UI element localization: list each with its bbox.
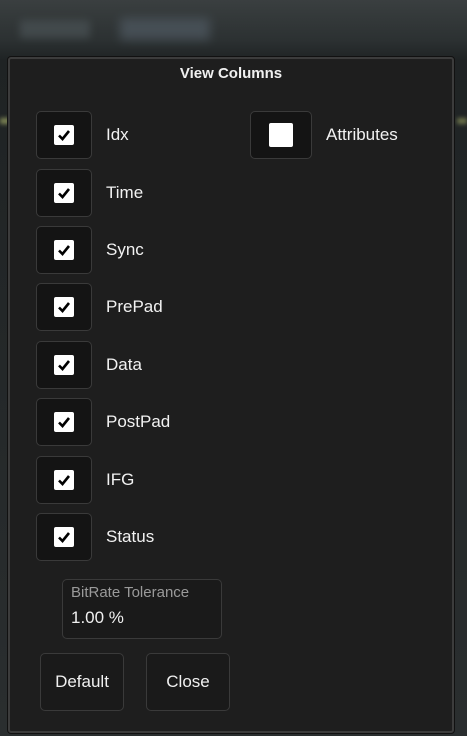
column-label: PostPad <box>106 412 171 431</box>
checkmark-icon <box>58 417 71 428</box>
column-option-data[interactable]: Data <box>36 341 142 389</box>
dialog-title: View Columns <box>179 65 283 82</box>
column-label: Status <box>106 527 155 546</box>
checkmark-icon <box>58 245 71 256</box>
checkmark-icon <box>58 360 71 371</box>
bitrate-tolerance-field[interactable]: BitRate Tolerance 1.00 % <box>62 579 222 639</box>
checkbox[interactable] <box>36 111 92 159</box>
column-label: Idx <box>106 125 129 144</box>
checkmark-icon <box>58 475 71 486</box>
close-button[interactable]: Close <box>146 653 230 711</box>
column-label: Data <box>106 355 142 374</box>
view-columns-dialog: View Columns Idx Time Sync PrePad Data P… <box>8 57 454 733</box>
column-option-ifg[interactable]: IFG <box>36 456 134 504</box>
checkbox[interactable] <box>36 456 92 504</box>
checkmark-icon <box>58 302 71 313</box>
column-option-time[interactable]: Time <box>36 169 143 217</box>
default-button[interactable]: Default <box>40 653 124 711</box>
bitrate-tolerance-value[interactable]: 1.00 % <box>71 608 124 628</box>
column-label: Time <box>106 183 144 202</box>
column-option-idx[interactable]: Idx <box>36 111 129 159</box>
bitrate-tolerance-label: BitRate Tolerance <box>71 584 190 601</box>
checkbox[interactable] <box>36 226 92 274</box>
column-label: Attributes <box>326 125 398 144</box>
empty-checkbox-icon <box>269 123 293 147</box>
column-option-sync[interactable]: Sync <box>36 226 144 274</box>
column-option-attributes[interactable]: Attributes <box>250 111 398 159</box>
checkmark-icon <box>58 188 71 199</box>
checkmark-icon <box>58 130 71 141</box>
checkbox[interactable] <box>36 513 92 561</box>
column-option-prepad[interactable]: PrePad <box>36 283 163 331</box>
checkmark-icon <box>58 532 71 543</box>
checkbox[interactable] <box>36 169 92 217</box>
column-label: Sync <box>106 240 144 259</box>
column-option-status[interactable]: Status <box>36 513 154 561</box>
checkbox[interactable] <box>36 398 92 446</box>
column-option-postpad[interactable]: PostPad <box>36 398 170 446</box>
column-label: IFG <box>106 470 135 489</box>
column-label: PrePad <box>106 297 163 316</box>
checkbox[interactable] <box>250 111 312 159</box>
checkbox[interactable] <box>36 283 92 331</box>
checkbox[interactable] <box>36 341 92 389</box>
